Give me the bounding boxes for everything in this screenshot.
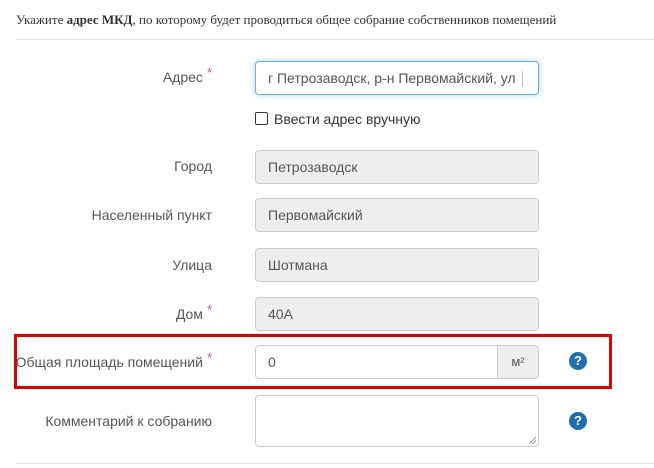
street-label: Улица (172, 257, 212, 273)
city-label: Город (174, 158, 212, 174)
area-label-text: Общая площадь помещений (15, 354, 203, 370)
comment-textarea[interactable] (255, 395, 539, 447)
settlement-label: Населенный пункт (91, 207, 212, 223)
intro-suffix: , по которому будет проводиться общее со… (132, 12, 557, 27)
manual-address-label: Ввести адрес вручную (274, 111, 421, 127)
address-value: г Петрозаводск, р-н Первомайский, ул (268, 70, 516, 86)
house-label-text: Дом (175, 306, 203, 322)
required-mark: * (206, 302, 212, 317)
divider-top (16, 39, 654, 40)
text-caret (521, 71, 523, 88)
resize-grip-icon[interactable] (529, 437, 536, 444)
city-field: Петрозаводск (255, 150, 539, 184)
help-icon[interactable]: ? (569, 412, 587, 430)
address-input[interactable]: г Петрозаводск, р-н Первомайский, ул (255, 61, 539, 95)
address-label: Адрес * (0, 65, 212, 85)
house-field: 40А (255, 297, 539, 331)
checkbox-box[interactable] (255, 112, 268, 125)
intro-prefix: Укажите (16, 12, 67, 27)
house-label: Дом * (0, 302, 212, 322)
required-mark: * (206, 350, 212, 365)
area-unit: м² (497, 346, 538, 378)
required-mark: * (206, 65, 212, 80)
area-value[interactable]: 0 (256, 346, 497, 378)
comment-label: Комментарий к собранию (45, 413, 212, 429)
area-input[interactable]: 0 м² (255, 345, 539, 379)
help-icon[interactable]: ? (569, 352, 587, 370)
area-label: Общая площадь помещений * (0, 350, 212, 370)
divider-bottom (16, 463, 654, 464)
manual-address-checkbox[interactable]: Ввести адрес вручную (255, 111, 421, 127)
form-instruction: Укажите адрес МКД, по которому будет про… (16, 12, 556, 28)
settlement-field: Первомайский (255, 198, 539, 232)
intro-bold: адрес МКД (66, 12, 133, 27)
street-field: Шотмана (255, 248, 539, 282)
address-label-text: Адрес (162, 69, 203, 85)
